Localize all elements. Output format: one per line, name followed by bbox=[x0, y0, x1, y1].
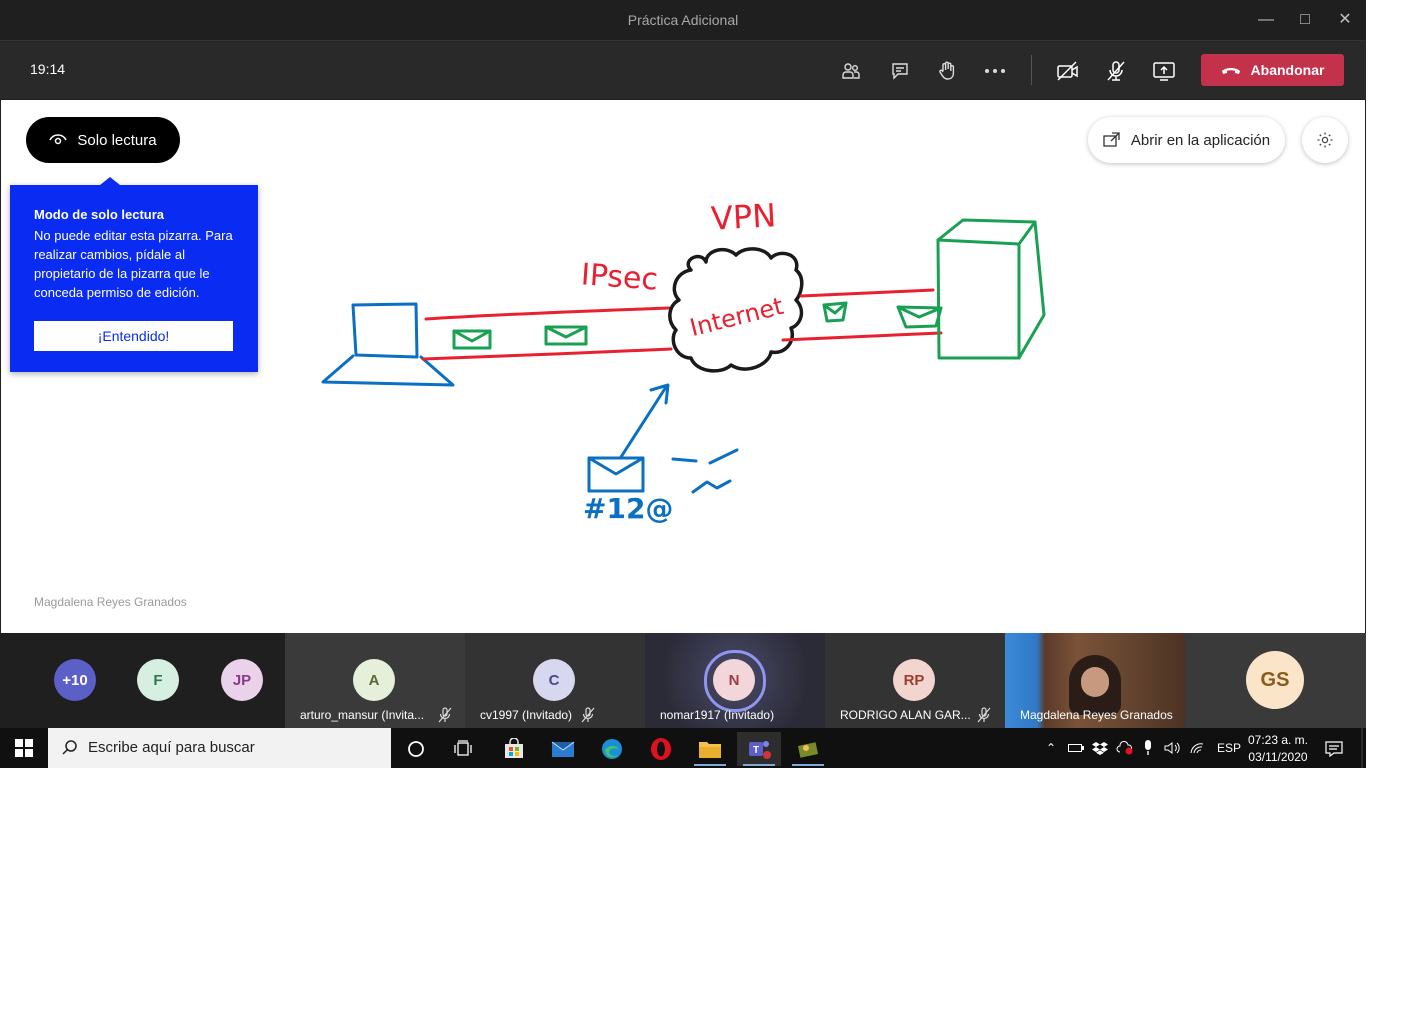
share-screen-icon[interactable] bbox=[1151, 58, 1177, 84]
windows-taskbar: Escribe aquí para buscar T ⌃ ESP 07:23 a… bbox=[0, 728, 1366, 768]
avatar[interactable]: F bbox=[137, 659, 179, 701]
read-only-label: Solo lectura bbox=[77, 131, 157, 149]
cortana-icon[interactable] bbox=[394, 732, 438, 766]
participant-tile[interactable]: RP RODRIGO ALAN GAR... bbox=[825, 633, 1005, 728]
store-icon[interactable] bbox=[492, 732, 536, 766]
meeting-toolbar: 19:14 Abandonar bbox=[0, 41, 1366, 99]
participant-name: arturo_mansur (Invita... bbox=[300, 708, 425, 722]
avatar: A bbox=[353, 659, 395, 701]
eye-icon bbox=[49, 134, 68, 145]
chat-icon[interactable] bbox=[887, 58, 913, 84]
got-it-button[interactable]: ¡Entendido! bbox=[34, 321, 233, 351]
chevron-up-icon[interactable]: ⌃ bbox=[1043, 741, 1059, 755]
leave-button[interactable]: Abandonar bbox=[1201, 54, 1344, 86]
participants-icon[interactable] bbox=[838, 58, 864, 84]
file-explorer-icon[interactable] bbox=[688, 732, 732, 766]
search-icon bbox=[62, 740, 77, 755]
opera-icon[interactable] bbox=[639, 732, 683, 766]
email-arrow-sketch bbox=[587, 383, 739, 494]
task-view-icon[interactable] bbox=[441, 732, 485, 766]
mic-muted-icon bbox=[977, 707, 991, 723]
avatar: GS bbox=[1246, 651, 1304, 709]
svg-text:T: T bbox=[753, 745, 759, 756]
maximize-button[interactable]: □ bbox=[1293, 8, 1317, 32]
participant-tile[interactable]: GS bbox=[1185, 633, 1366, 728]
whiteboard-settings-button[interactable] bbox=[1302, 117, 1348, 163]
dropbox-icon[interactable] bbox=[1092, 741, 1108, 755]
participant-name: nomar1917 (Invitado) bbox=[660, 708, 775, 722]
overflow-tile: +10 F JP bbox=[0, 633, 285, 728]
volume-icon[interactable] bbox=[1164, 741, 1180, 755]
server-sketch bbox=[936, 218, 1046, 360]
windows-start-icon[interactable] bbox=[2, 731, 46, 765]
wifi-icon[interactable] bbox=[1190, 741, 1206, 755]
open-in-app-button[interactable]: Abrir en la aplicación bbox=[1088, 117, 1285, 163]
teams-window: Práctica Adicional — □ ✕ 19:14 Abandonar… bbox=[0, 0, 1366, 728]
title-bar: Práctica Adicional — □ ✕ bbox=[0, 0, 1366, 41]
hang-up-icon bbox=[1221, 68, 1240, 74]
gear-icon bbox=[1317, 132, 1333, 148]
taskbar-search-box[interactable]: Escribe aquí para buscar bbox=[48, 728, 391, 768]
more-options-icon[interactable] bbox=[982, 58, 1008, 84]
running-indicator bbox=[743, 764, 775, 766]
participants-strip: +10 F JP A arturo_mansur (Invita... C cv… bbox=[0, 633, 1366, 728]
cloud-error-icon[interactable] bbox=[1116, 741, 1134, 755]
app-icon[interactable] bbox=[786, 732, 830, 766]
packet-envelopes-left bbox=[452, 325, 588, 350]
packet-envelopes-right bbox=[822, 301, 943, 329]
participant-video-tile[interactable]: Magdalena Reyes Granados bbox=[1005, 633, 1185, 728]
leave-label: Abandonar bbox=[1250, 62, 1325, 78]
mic-muted-icon bbox=[581, 707, 595, 723]
running-indicator bbox=[792, 764, 824, 766]
ink-label-vpn: VPN bbox=[710, 196, 778, 238]
window-title: Práctica Adicional bbox=[627, 12, 739, 28]
meeting-timer: 19:14 bbox=[30, 61, 66, 77]
clock-time: 07:23 a. m. bbox=[1247, 733, 1309, 747]
search-placeholder: Escribe aquí para buscar bbox=[88, 739, 255, 756]
open-in-app-label: Abrir en la aplicación bbox=[1130, 131, 1271, 149]
microphone-icon[interactable] bbox=[1142, 740, 1154, 756]
mail-icon[interactable] bbox=[541, 732, 585, 766]
whiteboard-canvas: VPN IPsec Internet #12@ Solo lectura Mod… bbox=[1, 100, 1365, 633]
read-only-badge[interactable]: Solo lectura bbox=[26, 117, 180, 163]
running-indicator bbox=[694, 764, 726, 766]
minimize-button[interactable]: — bbox=[1254, 8, 1278, 32]
edge-icon[interactable] bbox=[590, 732, 634, 766]
open-external-icon bbox=[1103, 132, 1120, 147]
mic-muted-icon bbox=[438, 707, 452, 723]
tooltip-title: Modo de solo lectura bbox=[34, 207, 165, 222]
participant-name: cv1997 (Invitado) bbox=[480, 708, 573, 722]
author-label: Magdalena Reyes Granados bbox=[34, 595, 187, 609]
tooltip-arrow bbox=[100, 177, 120, 185]
tooltip-body: No puede editar esta pizarra. Para reali… bbox=[34, 228, 233, 300]
show-desktop-button[interactable] bbox=[1361, 728, 1363, 768]
ink-label-ipsec: IPsec bbox=[579, 257, 660, 298]
overflow-count[interactable]: +10 bbox=[54, 659, 96, 701]
avatar: RP bbox=[893, 659, 935, 701]
camera-off-icon[interactable] bbox=[1055, 58, 1081, 84]
system-tray: ⌃ ESP bbox=[1043, 728, 1241, 768]
participant-name: Magdalena Reyes Granados bbox=[1020, 708, 1173, 722]
taskbar-clock[interactable]: 07:23 a. m. 03/11/2020 bbox=[1240, 732, 1316, 766]
notifications-icon[interactable] bbox=[1312, 732, 1356, 766]
avatar: C bbox=[533, 659, 575, 701]
read-only-tooltip: Modo de solo lectura No puede editar est… bbox=[10, 177, 258, 372]
language-indicator[interactable]: ESP bbox=[1217, 741, 1241, 755]
ink-label-address: #12@ bbox=[583, 492, 674, 525]
video-face bbox=[1081, 667, 1109, 697]
clock-date: 03/11/2020 bbox=[1248, 750, 1308, 764]
participant-tile-speaking[interactable]: N nomar1917 (Invitado) bbox=[645, 633, 825, 728]
battery-icon[interactable] bbox=[1068, 743, 1084, 753]
close-button[interactable]: ✕ bbox=[1333, 8, 1357, 32]
raise-hand-icon[interactable] bbox=[934, 58, 960, 84]
participant-tile[interactable]: A arturo_mansur (Invita... bbox=[285, 633, 465, 728]
avatar[interactable]: JP bbox=[221, 659, 263, 701]
teams-icon[interactable]: T bbox=[737, 732, 781, 766]
participant-tile[interactable]: C cv1997 (Invitado) bbox=[465, 633, 645, 728]
mic-off-icon[interactable] bbox=[1103, 58, 1129, 84]
laptop-sketch bbox=[321, 302, 455, 387]
toolbar-divider bbox=[1031, 55, 1032, 85]
avatar: N bbox=[713, 659, 755, 701]
participant-name: RODRIGO ALAN GAR... bbox=[840, 708, 971, 722]
